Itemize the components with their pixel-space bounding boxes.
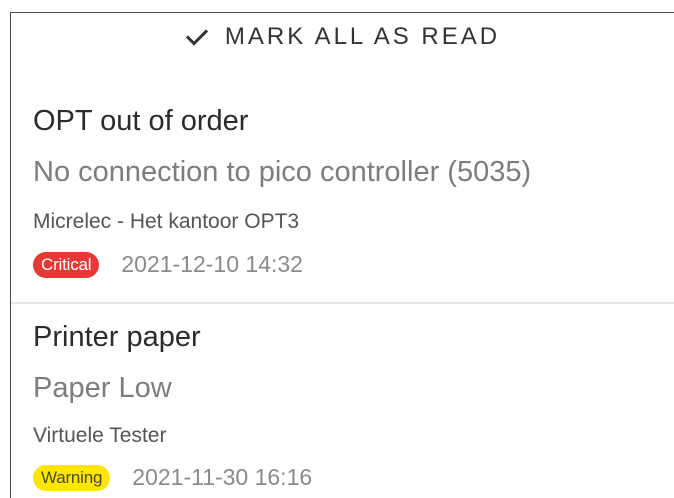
notification-divider (11, 302, 674, 304)
notification-title: OPT out of order (33, 105, 249, 137)
mark-all-as-read-label: MARK ALL AS READ (224, 23, 501, 50)
notification-title: Printer paper (33, 321, 201, 353)
notification-item[interactable]: OPT out of order No connection to pico c… (11, 97, 674, 301)
notification-timestamp: 2021-12-10 14:32 (121, 251, 303, 277)
notification-message: No connection to pico controller (5035) (33, 156, 532, 188)
severity-badge: Critical (33, 251, 100, 278)
notification-message: Paper Low (33, 372, 172, 404)
notification-item[interactable]: Printer paper Paper Low Virtuele Tester … (11, 311, 674, 498)
notifications-panel: MARK ALL AS READ OPT out of order No con… (10, 12, 674, 498)
severity-badge: Warning (33, 464, 111, 491)
notification-source: Virtuele Tester (33, 424, 167, 447)
mark-all-as-read-button[interactable]: MARK ALL AS READ (11, 13, 674, 61)
notification-source: Micrelec - Het kantoor OPT3 (33, 210, 300, 233)
notification-timestamp: 2021-11-30 16:16 (132, 464, 313, 490)
notification-meta: Critical 2021-12-10 14:32 (33, 251, 303, 278)
check-icon (185, 25, 209, 49)
notification-meta: Warning 2021-11-30 16:16 (33, 464, 312, 491)
